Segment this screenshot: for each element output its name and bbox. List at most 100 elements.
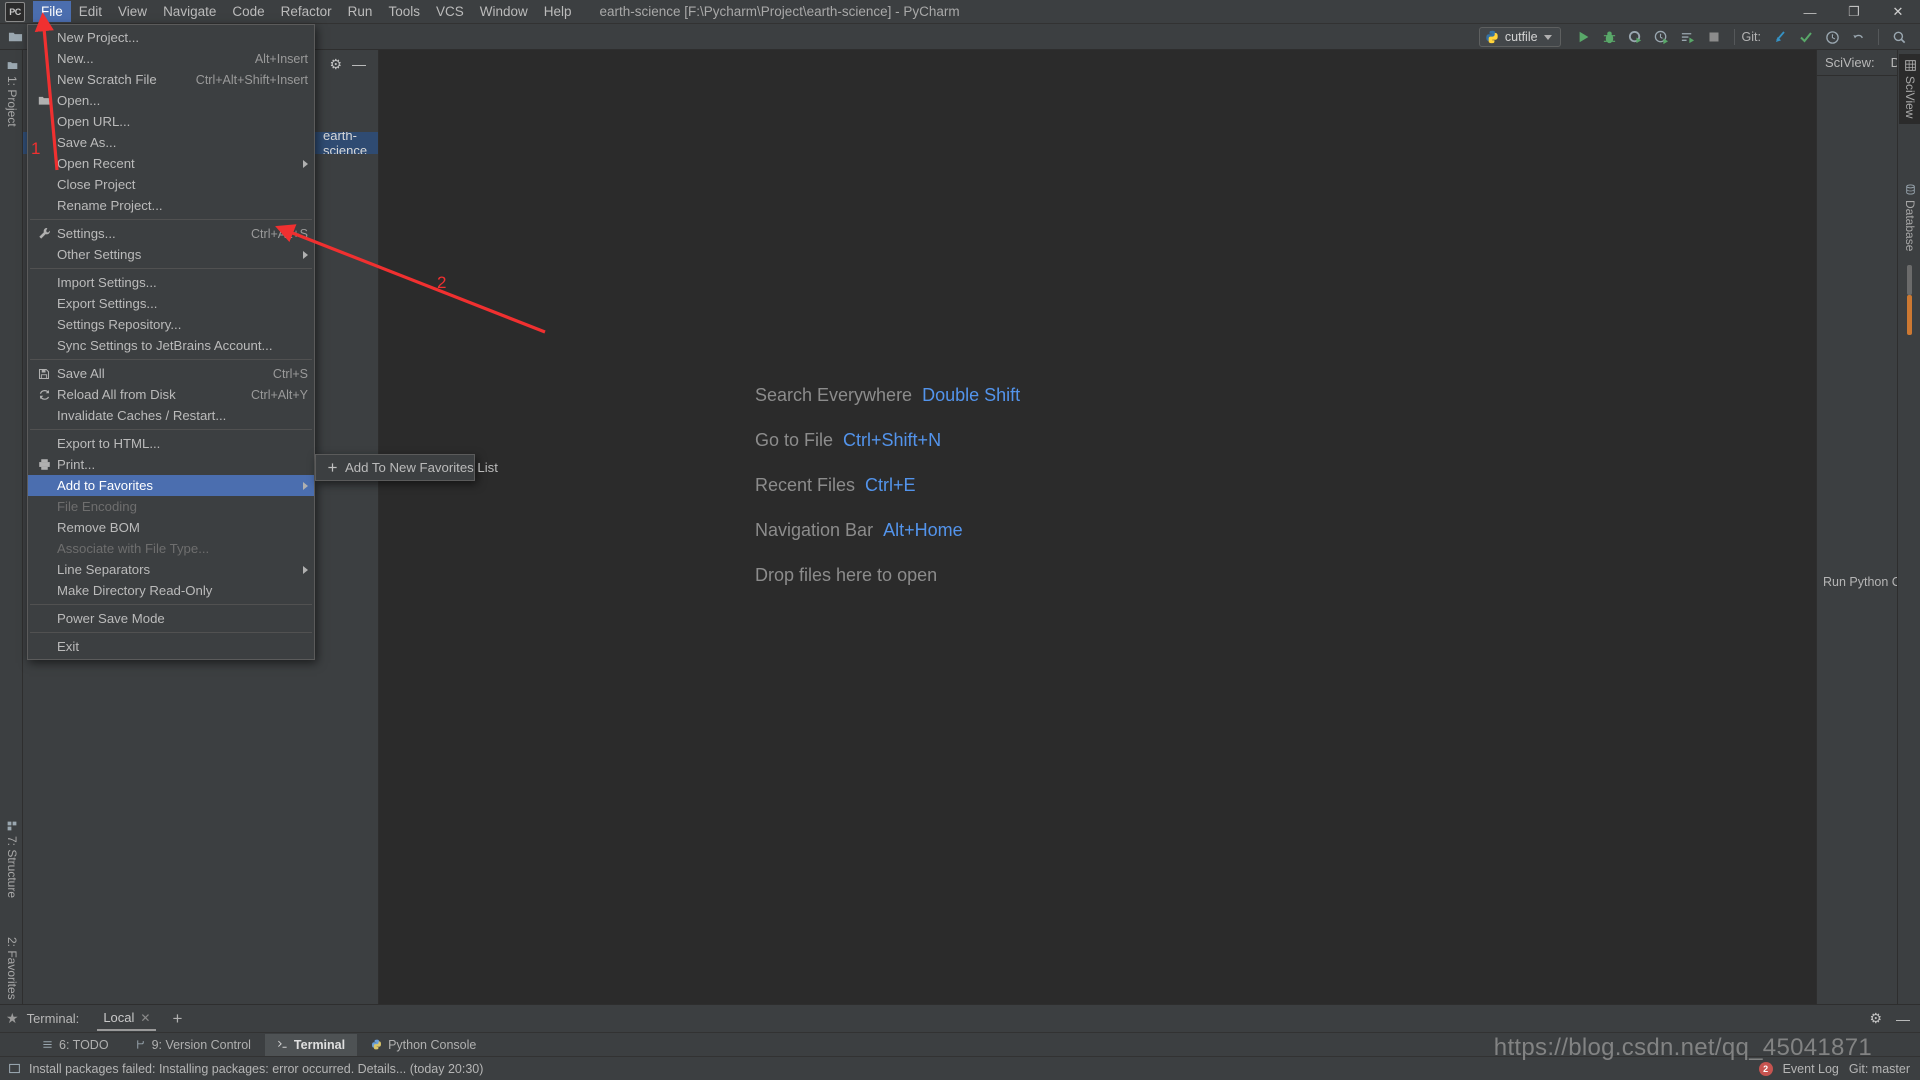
- sidebar-item-sciview[interactable]: SciView: [1899, 54, 1920, 125]
- menu-item-new-scratch-file[interactable]: New Scratch File Ctrl+Alt+Shift+Insert: [28, 69, 314, 90]
- menu-item-other-settings[interactable]: Other Settings: [28, 244, 314, 265]
- sidebar-item-database[interactable]: Database: [1899, 178, 1920, 257]
- sidebar-item-sciview-label: SciView: [1903, 76, 1917, 119]
- minimize-button[interactable]: —: [1788, 0, 1832, 24]
- open-folder-icon[interactable]: [4, 26, 26, 48]
- menu-item-settings[interactable]: Settings... Ctrl+Alt+S: [28, 223, 314, 244]
- tab-terminal-label: Terminal: [293, 1037, 346, 1052]
- menu-item-print[interactable]: Print...: [28, 454, 314, 475]
- tab-version-control[interactable]: 9: Version Control: [123, 1034, 263, 1056]
- menu-help[interactable]: Help: [536, 1, 580, 22]
- menu-item-rename-project[interactable]: Rename Project...: [28, 195, 314, 216]
- run-with-console-button[interactable]: [1677, 26, 1699, 48]
- scrollbar-marker[interactable]: [1907, 295, 1912, 335]
- close-button[interactable]: ✕: [1876, 0, 1920, 24]
- menu-item-power-save-mode[interactable]: Power Save Mode: [28, 608, 314, 629]
- menu-item-label: Print...: [57, 457, 96, 472]
- menu-tools[interactable]: Tools: [380, 1, 428, 22]
- menu-refactor[interactable]: Refactor: [273, 1, 340, 22]
- event-log-badge: 2: [1758, 1061, 1773, 1076]
- menu-item-save-as[interactable]: Save As...: [28, 132, 314, 153]
- sidebar-item-favorites[interactable]: 2: Favorites: [1, 931, 23, 1006]
- terminal-tab-local[interactable]: Local ✕: [97, 1006, 157, 1031]
- commit-button[interactable]: [1795, 26, 1817, 48]
- scrollbar-thumb[interactable]: [1907, 265, 1912, 295]
- gear-icon[interactable]: ⚙: [329, 56, 342, 73]
- profile-button[interactable]: [1651, 26, 1673, 48]
- menu-view[interactable]: View: [110, 1, 155, 22]
- menu-item-settings-repository[interactable]: Settings Repository...: [28, 314, 314, 335]
- history-button[interactable]: [1821, 26, 1843, 48]
- update-project-button[interactable]: [1769, 26, 1791, 48]
- tip-go-to-file: Go to File Ctrl+Shift+N: [755, 430, 1020, 451]
- submenu-arrow-icon: [303, 159, 308, 168]
- minimize-icon[interactable]: —: [352, 56, 366, 72]
- menu-item-open-recent[interactable]: Open Recent: [28, 153, 314, 174]
- menu-item-label: Rename Project...: [57, 198, 163, 213]
- menu-item-open-url[interactable]: Open URL...: [28, 111, 314, 132]
- pin-star-icon[interactable]: ★: [6, 1010, 19, 1027]
- menu-window[interactable]: Window: [472, 1, 536, 22]
- sidebar-item-project[interactable]: 1: Project: [1, 54, 23, 133]
- python-icon: [372, 1039, 382, 1050]
- menu-item-exit[interactable]: Exit: [28, 636, 314, 657]
- menu-edit[interactable]: Edit: [71, 1, 110, 22]
- run-coverage-button[interactable]: [1625, 26, 1647, 48]
- rollback-button[interactable]: [1847, 26, 1869, 48]
- menu-code[interactable]: Code: [224, 1, 272, 22]
- stop-button[interactable]: [1703, 26, 1725, 48]
- tab-python-console[interactable]: Python Console: [359, 1034, 488, 1056]
- tab-terminal[interactable]: Terminal: [264, 1033, 358, 1056]
- git-branch-indicator[interactable]: Git: master: [1849, 1062, 1910, 1076]
- menu-file[interactable]: File: [33, 1, 71, 22]
- menu-item-label: New...: [57, 51, 94, 66]
- event-log-button[interactable]: Event Log: [1783, 1062, 1839, 1076]
- debug-button[interactable]: [1599, 26, 1621, 48]
- menu-item-label: Other Settings: [57, 247, 142, 262]
- run-configuration-selector[interactable]: cutfile: [1478, 27, 1561, 47]
- editor-area[interactable]: Search Everywhere Double Shift Go to Fil…: [379, 50, 1816, 1032]
- tab-todo[interactable]: 6: TODO: [30, 1034, 121, 1056]
- menu-item-remove-bom[interactable]: Remove BOM: [28, 517, 314, 538]
- message-icon[interactable]: [8, 1062, 21, 1075]
- menu-item-close-project[interactable]: Close Project: [28, 174, 314, 195]
- menu-navigate[interactable]: Navigate: [155, 1, 224, 22]
- menu-item-new-project[interactable]: New Project...: [28, 27, 314, 48]
- menu-item-invalidate-caches[interactable]: Invalidate Caches / Restart...: [28, 405, 314, 426]
- sidebar-item-structure[interactable]: 7: Structure: [1, 815, 23, 904]
- terminal-minimize-icon[interactable]: —: [1896, 1011, 1910, 1027]
- search-icon[interactable]: [1888, 26, 1910, 48]
- menu-item-make-directory-read-only[interactable]: Make Directory Read-Only: [28, 580, 314, 601]
- menu-item-label: Invalidate Caches / Restart...: [57, 408, 227, 423]
- printer-icon: [34, 458, 54, 471]
- tab-todo-label: 6: TODO: [59, 1037, 109, 1052]
- editor-tips-list: Search Everywhere Double Shift Go to Fil…: [755, 385, 1020, 586]
- menu-separator: [30, 359, 312, 360]
- sciview-tool-window: SciView: Data Run Python Co: [1816, 50, 1918, 1032]
- menu-item-new[interactable]: New... Alt+Insert: [28, 48, 314, 69]
- menu-item-add-to-favorites[interactable]: Add to Favorites: [28, 475, 314, 496]
- menu-item-open[interactable]: Open...: [28, 90, 314, 111]
- close-icon[interactable]: ✕: [140, 1011, 150, 1025]
- menu-item-export-settings[interactable]: Export Settings...: [28, 293, 314, 314]
- submenu-item-add-to-new-favorites-list[interactable]: Add To New Favorites List: [316, 457, 498, 478]
- menu-item-label: Export Settings...: [57, 296, 158, 311]
- menu-item-label: Import Settings...: [57, 275, 157, 290]
- tip-shortcut: Double Shift: [922, 385, 1021, 405]
- menu-item-save-all[interactable]: Save All Ctrl+S: [28, 363, 314, 384]
- menu-run[interactable]: Run: [340, 1, 381, 22]
- terminal-gear-icon[interactable]: ⚙: [1869, 1010, 1882, 1027]
- add-terminal-button[interactable]: +: [172, 1009, 182, 1029]
- tip-drop-files: Drop files here to open: [755, 565, 1020, 586]
- menu-vcs[interactable]: VCS: [428, 1, 472, 22]
- menu-item-import-settings[interactable]: Import Settings...: [28, 272, 314, 293]
- menu-item-sync-settings[interactable]: Sync Settings to JetBrains Account...: [28, 335, 314, 356]
- structure-icon: [7, 821, 17, 831]
- run-button[interactable]: [1573, 26, 1595, 48]
- menu-item-line-separators[interactable]: Line Separators: [28, 559, 314, 580]
- menu-item-reload-all-from-disk[interactable]: Reload All from Disk Ctrl+Alt+Y: [28, 384, 314, 405]
- menu-item-export-to-html[interactable]: Export to HTML...: [28, 433, 314, 454]
- maximize-button[interactable]: ❐: [1832, 0, 1876, 24]
- tip-shortcut: Ctrl+E: [865, 475, 916, 495]
- status-message[interactable]: Install packages failed: Installing pack…: [29, 1062, 483, 1076]
